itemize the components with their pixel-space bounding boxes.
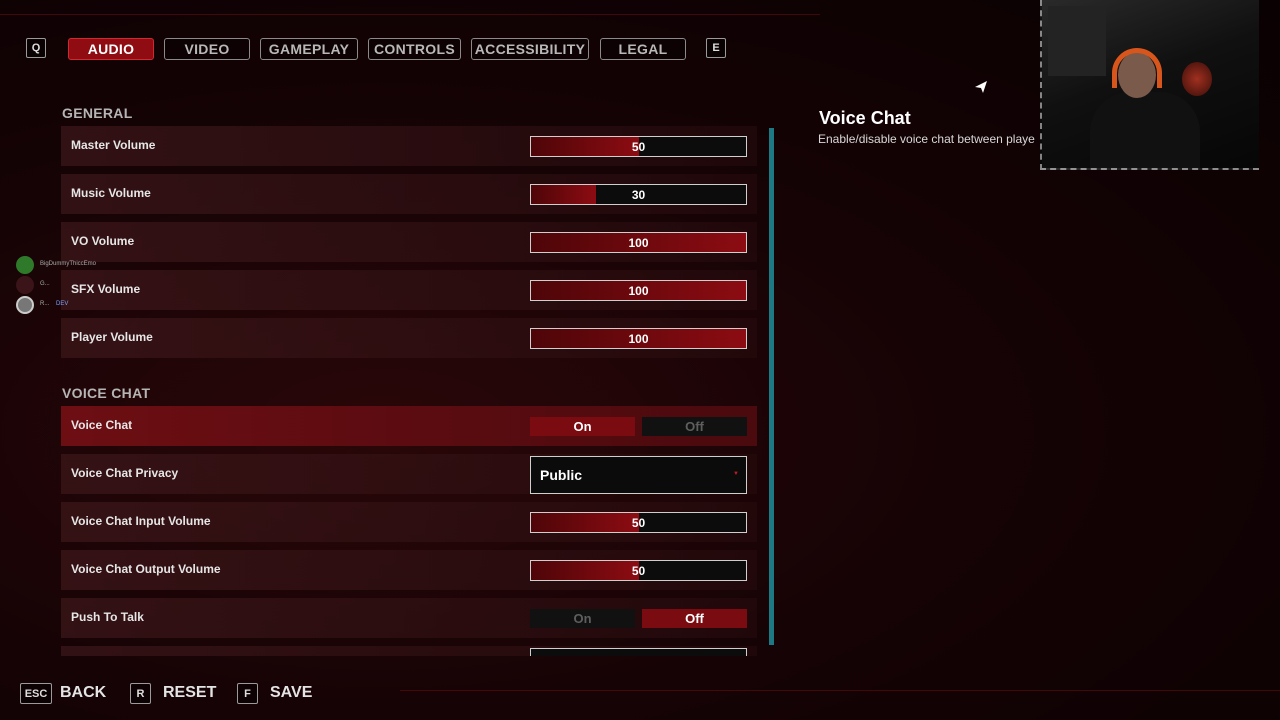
top-frame-line (0, 14, 820, 15)
prev-tab-key[interactable]: Q (26, 38, 46, 58)
mouse-cursor-icon (975, 81, 987, 93)
setting-row-vo-volume[interactable]: VO Volume 100 (61, 222, 757, 262)
settings-scrollbar[interactable] (769, 128, 774, 645)
webcam-background (1048, 6, 1106, 76)
setting-row-push-to-talk[interactable]: Push To Talk On Off (61, 598, 757, 638)
slider-value: 50 (631, 516, 646, 530)
next-tab-key[interactable]: E (706, 38, 726, 58)
music-volume-slider[interactable]: 30 (530, 184, 747, 205)
slider-value: 100 (628, 332, 649, 346)
save-key[interactable]: F (237, 683, 258, 704)
dev-badge: DEV (56, 301, 69, 307)
setting-row-player-volume[interactable]: Player Volume 100 (61, 318, 757, 358)
tab-accessibility[interactable]: ACCESSIBILITY (471, 38, 589, 60)
setting-label: Voice Chat Privacy (71, 466, 179, 480)
chat-username: R... (40, 301, 50, 307)
setting-row-sfx-volume[interactable]: SFX Volume 100 (61, 270, 757, 310)
setting-label: Voice Chat Input Volume (71, 514, 211, 528)
voice-chat-section-title: VOICE CHAT (62, 385, 151, 401)
setting-row-music-volume[interactable]: Music Volume 30 (61, 174, 757, 214)
setting-label: Push To Talk (71, 610, 144, 624)
vo-volume-slider[interactable]: 100 (530, 232, 747, 253)
setting-row-voice-chat-input-volume[interactable]: Voice Chat Input Volume 50 (61, 502, 757, 542)
setting-label: VO Volume (71, 234, 135, 248)
setting-row-voice-chat-output-volume[interactable]: Voice Chat Output Volume 50 (61, 550, 757, 590)
setting-label: SFX Volume (71, 282, 141, 296)
slider-value: 100 (628, 236, 649, 250)
tab-video[interactable]: VIDEO (164, 38, 250, 60)
push-to-talk-on-option[interactable]: On (530, 609, 635, 628)
setting-label: Voice Chat (71, 418, 133, 432)
master-volume-slider[interactable]: 50 (530, 136, 747, 157)
slider-value: 100 (628, 284, 649, 298)
scrollbar-thumb[interactable] (769, 128, 774, 645)
tab-gameplay[interactable]: GAMEPLAY (260, 38, 358, 60)
voice-chat-input-volume-slider[interactable]: 50 (530, 512, 747, 533)
voice-chat-on-option[interactable]: On (530, 417, 635, 436)
save-button[interactable]: SAVE (270, 684, 312, 702)
avatar (16, 256, 34, 274)
reset-button[interactable]: RESET (163, 684, 216, 702)
setting-label: Music Volume (71, 186, 151, 200)
voice-chat-privacy-dropdown[interactable]: Public ▼ (530, 456, 747, 494)
slider-value: 30 (631, 188, 646, 202)
detail-description: Enable/disable voice chat between playe (818, 132, 1035, 146)
reset-key[interactable]: R (130, 683, 151, 704)
chat-username: BigDummyThiccEmo (40, 261, 97, 267)
slider-value: 50 (631, 140, 646, 154)
setting-row-voice-chat[interactable]: Voice Chat On Off (61, 406, 757, 446)
webcam-overlay (1040, 0, 1259, 170)
setting-row-master-volume[interactable]: Master Volume 50 (61, 126, 757, 166)
dropdown-value: Public (540, 467, 583, 483)
player-volume-slider[interactable]: 100 (530, 328, 747, 349)
chat-username: G... (40, 281, 50, 287)
setting-row-clipped[interactable] (61, 646, 757, 656)
tab-controls[interactable]: CONTROLS (368, 38, 461, 60)
tab-audio[interactable]: AUDIO (68, 38, 154, 60)
avatar (16, 276, 34, 294)
voice-chat-off-option[interactable]: Off (642, 417, 747, 436)
setting-label: Player Volume (71, 330, 153, 344)
voice-chat-output-volume-slider[interactable]: 50 (530, 560, 747, 581)
detail-title: Voice Chat (819, 108, 911, 128)
push-to-talk-off-option[interactable]: Off (642, 609, 747, 628)
webcam-person-body (1090, 92, 1200, 168)
chevron-down-icon: ▼ (733, 471, 739, 477)
back-button[interactable]: BACK (60, 684, 106, 702)
back-key[interactable]: ESC (20, 683, 52, 704)
general-section-title: GENERAL (62, 105, 133, 121)
headset-icon (1112, 48, 1162, 88)
clipped-control[interactable] (530, 648, 747, 656)
webcam-lamp (1182, 62, 1212, 96)
avatar (16, 296, 34, 314)
setting-row-voice-chat-privacy[interactable]: Voice Chat Privacy Public ▼ (61, 454, 757, 494)
bottom-frame-line (400, 690, 1280, 691)
tab-legal[interactable]: LEGAL (600, 38, 686, 60)
slider-value: 50 (631, 564, 646, 578)
sfx-volume-slider[interactable]: 100 (530, 280, 747, 301)
setting-label: Master Volume (71, 138, 156, 152)
setting-label: Voice Chat Output Volume (71, 562, 221, 576)
